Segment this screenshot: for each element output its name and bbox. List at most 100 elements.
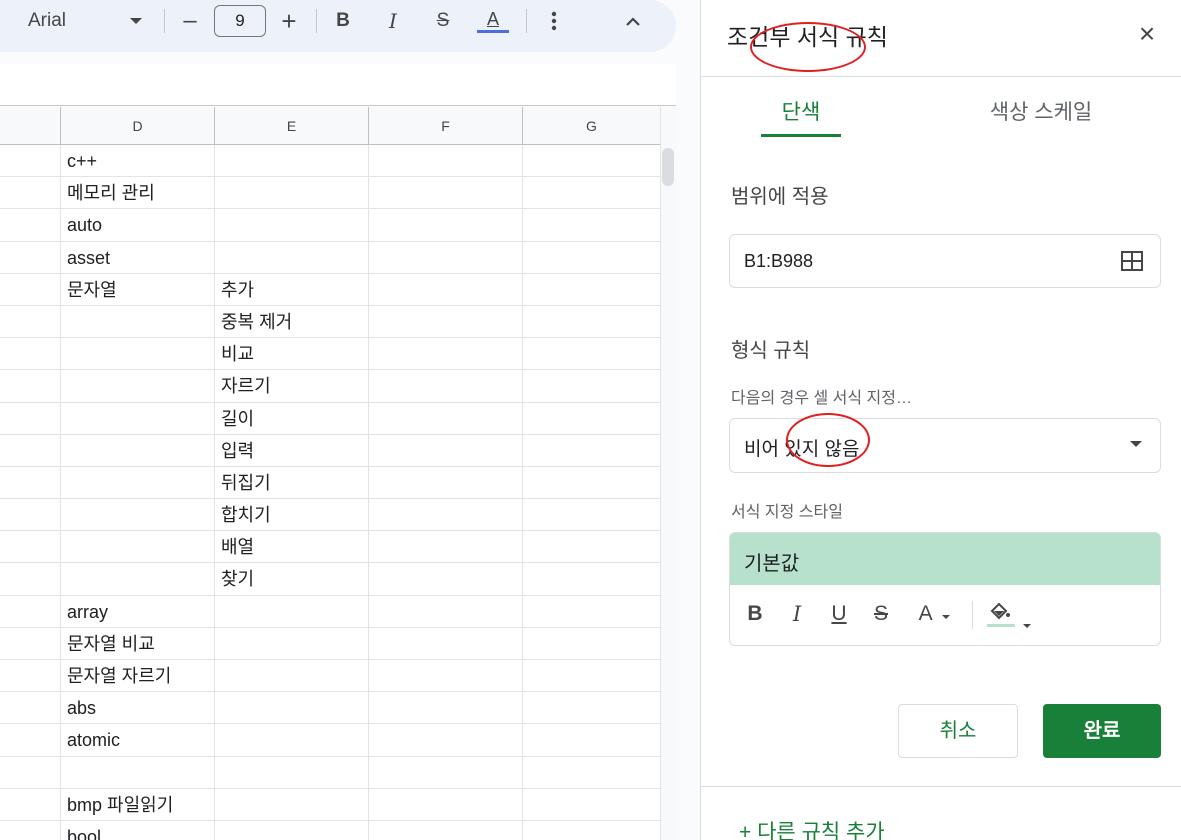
table-cell[interactable]: 문자열 자르기 (60, 660, 214, 692)
table-cell[interactable]: atomic (60, 724, 214, 757)
more-vertical-icon[interactable] (542, 0, 566, 42)
table-cell[interactable]: array (60, 595, 214, 628)
condition-select[interactable]: 비어 있지 않음 (729, 418, 1161, 473)
table-cell[interactable] (368, 756, 522, 789)
table-cell[interactable] (368, 466, 522, 499)
table-cell[interactable] (60, 338, 214, 371)
table-cell[interactable]: abs (60, 692, 214, 725)
table-cell[interactable] (368, 627, 522, 660)
table-cell[interactable] (522, 273, 660, 306)
table-cell[interactable] (522, 145, 660, 177)
table-cell[interactable] (368, 499, 522, 532)
font-family-select[interactable]: Arial (28, 0, 108, 42)
table-cell[interactable] (522, 563, 660, 596)
style-bold-button[interactable]: B (742, 599, 768, 629)
table-cell[interactable] (60, 305, 214, 338)
table-cell[interactable] (522, 370, 660, 403)
table-cell[interactable]: asset (60, 241, 214, 274)
table-cell[interactable]: 문자열 비교 (60, 627, 214, 660)
table-cell[interactable]: c++ (60, 145, 214, 177)
table-cell[interactable] (522, 627, 660, 660)
table-cell[interactable]: 자르기 (214, 370, 368, 403)
table-cell[interactable] (522, 756, 660, 789)
table-cell[interactable] (522, 499, 660, 532)
chevron-down-icon[interactable] (124, 0, 148, 42)
style-strikethrough-button[interactable]: S (868, 599, 894, 629)
table-cell[interactable] (60, 756, 214, 789)
table-cell[interactable] (368, 563, 522, 596)
table-cell[interactable]: bool (60, 820, 214, 840)
table-cell[interactable]: 문자열 (60, 273, 214, 306)
table-cell[interactable] (368, 177, 522, 210)
table-cell[interactable]: 배열 (214, 531, 368, 564)
text-color-button[interactable]: A (476, 0, 510, 42)
table-cell[interactable] (214, 820, 368, 840)
tab-color-scale[interactable]: 색상 스케일 (971, 96, 1111, 136)
select-range-icon[interactable] (1120, 250, 1144, 272)
table-cell[interactable] (60, 531, 214, 564)
done-button[interactable]: 완료 (1043, 704, 1161, 758)
table-cell[interactable] (368, 595, 522, 628)
table-cell[interactable]: 중복 제거 (214, 305, 368, 338)
table-cell[interactable] (214, 724, 368, 757)
table-cell[interactable] (522, 531, 660, 564)
table-cell[interactable] (522, 241, 660, 274)
table-cell[interactable] (368, 660, 522, 692)
increase-font-size-button[interactable]: + (276, 0, 302, 42)
table-cell[interactable]: 길이 (214, 402, 368, 435)
style-italic-button[interactable]: I (784, 599, 810, 629)
style-underline-button[interactable]: U (826, 599, 852, 629)
chevron-up-icon[interactable] (620, 0, 646, 42)
table-cell[interactable] (60, 499, 214, 532)
table-cell[interactable] (214, 595, 368, 628)
table-cell[interactable] (522, 305, 660, 338)
table-cell[interactable] (522, 338, 660, 371)
tab-single-color[interactable]: 단색 (761, 96, 841, 136)
table-cell[interactable] (60, 466, 214, 499)
table-cell[interactable] (214, 209, 368, 242)
fill-color-button[interactable] (982, 599, 1036, 629)
column-header-f[interactable]: F (368, 107, 522, 145)
table-cell[interactable] (368, 434, 522, 467)
table-cell[interactable] (522, 209, 660, 242)
table-cell[interactable]: 추가 (214, 273, 368, 306)
italic-button[interactable]: I (380, 0, 406, 42)
range-value[interactable]: B1:B988 (744, 251, 813, 272)
table-cell[interactable] (368, 241, 522, 274)
table-cell[interactable] (368, 305, 522, 338)
table-cell[interactable] (368, 370, 522, 403)
table-cell[interactable] (214, 241, 368, 274)
strikethrough-button[interactable]: S (430, 0, 456, 42)
table-cell[interactable] (368, 402, 522, 435)
close-icon[interactable]: × (1131, 18, 1163, 50)
add-rule-button[interactable]: + 다른 규칙 추가 (739, 816, 885, 840)
table-cell[interactable] (522, 724, 660, 757)
table-cell[interactable] (214, 788, 368, 821)
table-cell[interactable] (368, 273, 522, 306)
style-text-color-button[interactable]: A (910, 599, 960, 629)
bold-button[interactable]: B (330, 0, 356, 42)
table-cell[interactable] (522, 466, 660, 499)
table-cell[interactable] (522, 820, 660, 840)
table-cell[interactable] (522, 177, 660, 210)
table-cell[interactable]: 뒤집기 (214, 466, 368, 499)
cancel-button[interactable]: 취소 (898, 704, 1018, 758)
table-cell[interactable] (368, 788, 522, 821)
table-cell[interactable] (368, 338, 522, 371)
table-cell[interactable] (522, 788, 660, 821)
decrease-font-size-button[interactable]: – (178, 0, 202, 42)
scrollbar-thumb[interactable] (662, 148, 674, 186)
formula-bar[interactable] (0, 64, 676, 106)
table-cell[interactable] (522, 402, 660, 435)
table-cell[interactable]: 메모리 관리 (60, 177, 214, 210)
table-cell[interactable] (368, 209, 522, 242)
style-preview[interactable]: 기본값 (730, 533, 1160, 585)
table-cell[interactable] (368, 692, 522, 725)
table-cell[interactable] (214, 756, 368, 789)
vertical-scrollbar[interactable] (660, 107, 676, 840)
column-header-e[interactable]: E (214, 107, 368, 145)
table-cell[interactable] (60, 563, 214, 596)
table-cell[interactable]: 찾기 (214, 563, 368, 596)
table-cell[interactable] (522, 660, 660, 692)
table-cell[interactable] (60, 402, 214, 435)
